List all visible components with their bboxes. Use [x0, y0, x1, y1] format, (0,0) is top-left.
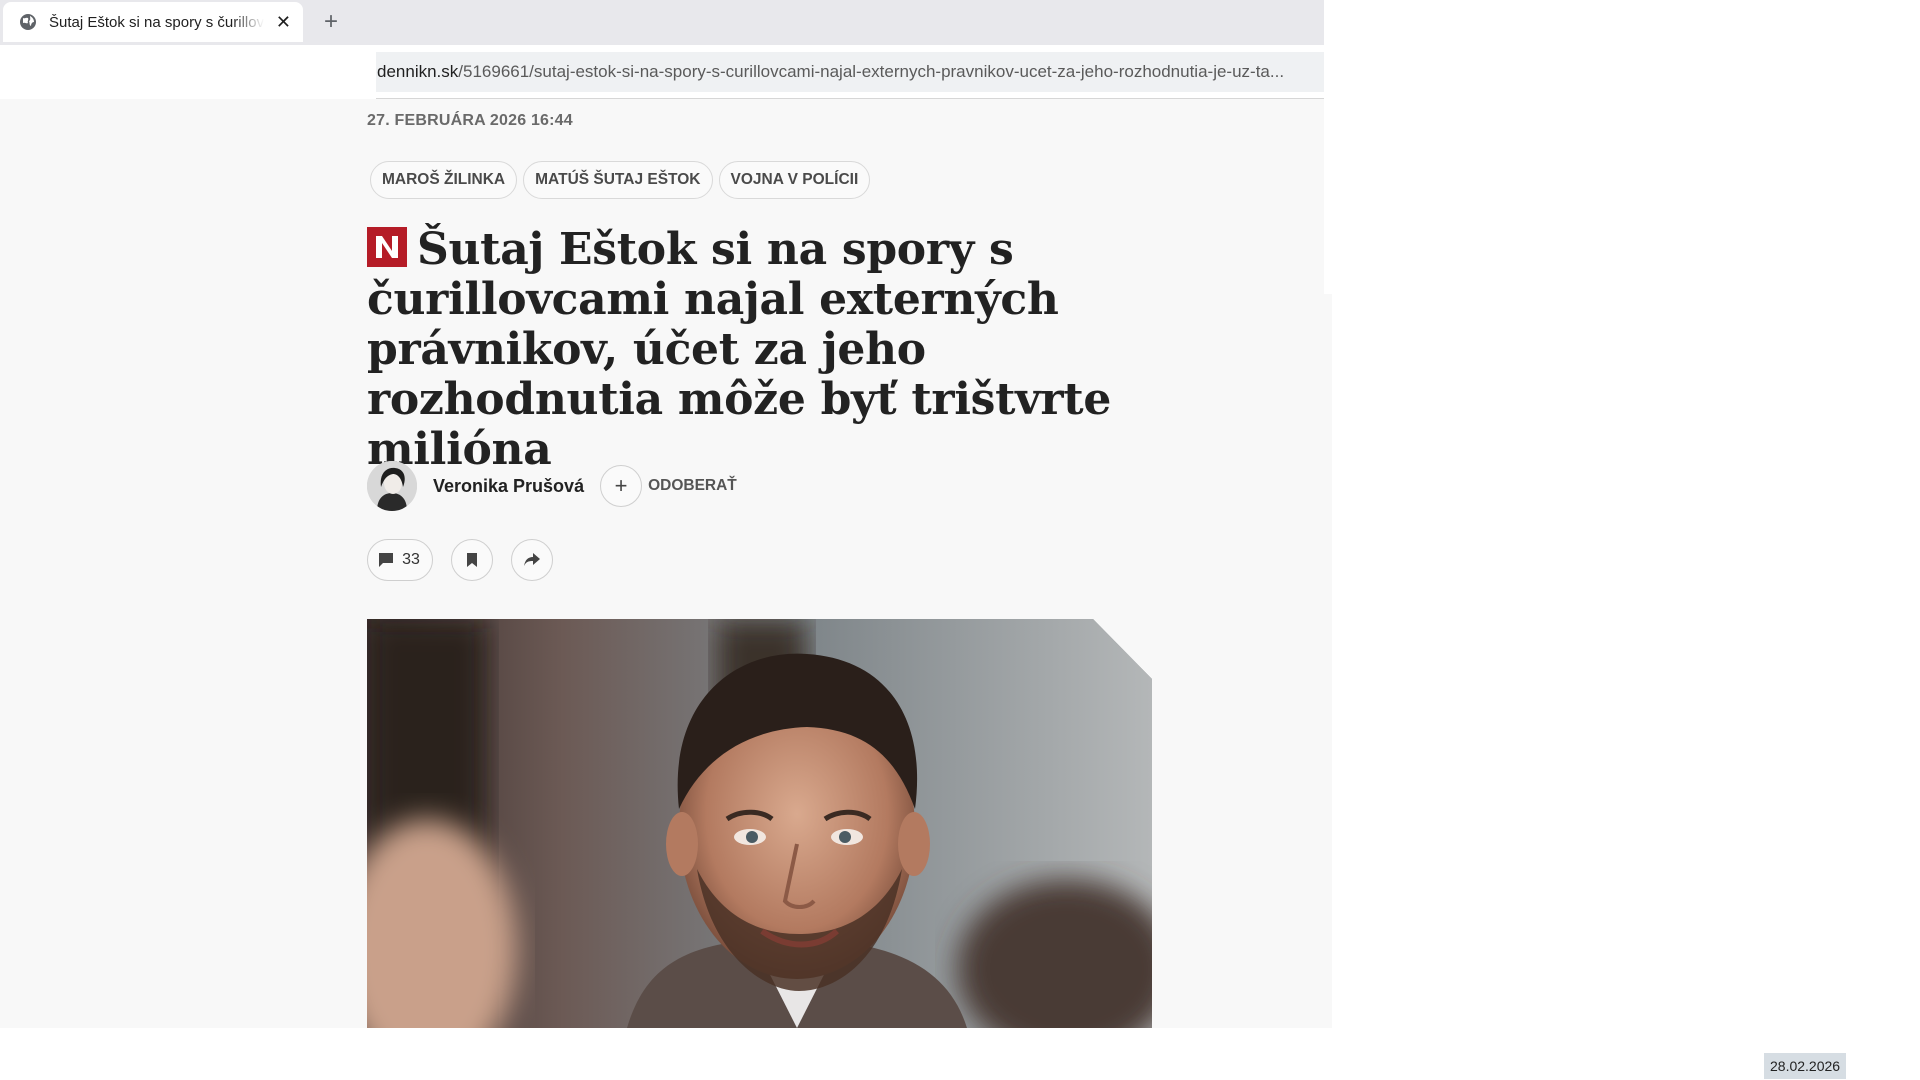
url-host: dennikn.sk: [377, 62, 459, 81]
article-date: 27. FEBRUÁRA 2026 16:44: [367, 112, 573, 129]
url-text: dennikn.sk/5169661/sutaj-estok-si-na-spo…: [377, 62, 1323, 82]
comment-count: 33: [402, 551, 420, 568]
date-badge: 28.02.2026: [1764, 1053, 1847, 1079]
article-headline: Šutaj Eštok si na spory s čurillovcami n…: [367, 225, 1147, 475]
tab-title: Šutaj Eštok si na spory s čurillovcami n…: [49, 13, 264, 31]
share-icon: [524, 553, 540, 566]
plus-icon: +: [614, 473, 628, 498]
close-tab-icon[interactable]: ✕: [276, 13, 291, 31]
headline-text: Šutaj Eštok si na spory s čurillovcami n…: [367, 224, 1112, 475]
page-content: 27. FEBRUÁRA 2026 16:44 MAROŠ ŽILINKA MA…: [0, 99, 1332, 1028]
author-row: Veronika Prušová + ODOBERAŤ: [367, 461, 737, 511]
browser-tab[interactable]: Šutaj Eštok si na spory s čurillovcami n…: [3, 2, 303, 42]
share-button[interactable]: [511, 539, 553, 581]
article-photo[interactable]: [367, 619, 1152, 1028]
tag-list: MAROŠ ŽILINKA MATÚŠ ŠUTAJ EŠTOK VOJNA V …: [370, 161, 871, 199]
toolbar-blank: [0, 45, 376, 99]
tag-vojna-v-policii[interactable]: VOJNA V POLÍCII: [718, 161, 871, 199]
follow-button[interactable]: +: [600, 465, 643, 507]
dennikn-logo-icon: [367, 227, 407, 267]
url-path: /5169661/sutaj-estok-si-na-spory-s-curil…: [458, 62, 1285, 81]
page-edge: [1324, 99, 1332, 294]
new-tab-button[interactable]: +: [318, 9, 344, 35]
author-name[interactable]: Veronika Prušová: [433, 476, 584, 497]
article-actions: 33: [367, 539, 553, 581]
comment-icon: [379, 553, 394, 567]
tag-matus-sutaj-estok[interactable]: MATÚŠ ŠUTAJ EŠTOK: [523, 161, 713, 199]
browser-tab-strip: Šutaj Eštok si na spory s čurillovcami n…: [0, 0, 1324, 45]
tag-maros-zilinka[interactable]: MAROŠ ŽILINKA: [370, 161, 518, 199]
follow-label[interactable]: ODOBERAŤ: [648, 477, 737, 495]
comments-button[interactable]: 33: [367, 539, 433, 581]
globe-icon: [20, 14, 36, 30]
address-bar[interactable]: dennikn.sk/5169661/sutaj-estok-si-na-spo…: [376, 52, 1324, 92]
avatar[interactable]: [367, 461, 417, 511]
bookmark-icon: [467, 553, 477, 567]
bookmark-button[interactable]: [451, 539, 493, 581]
